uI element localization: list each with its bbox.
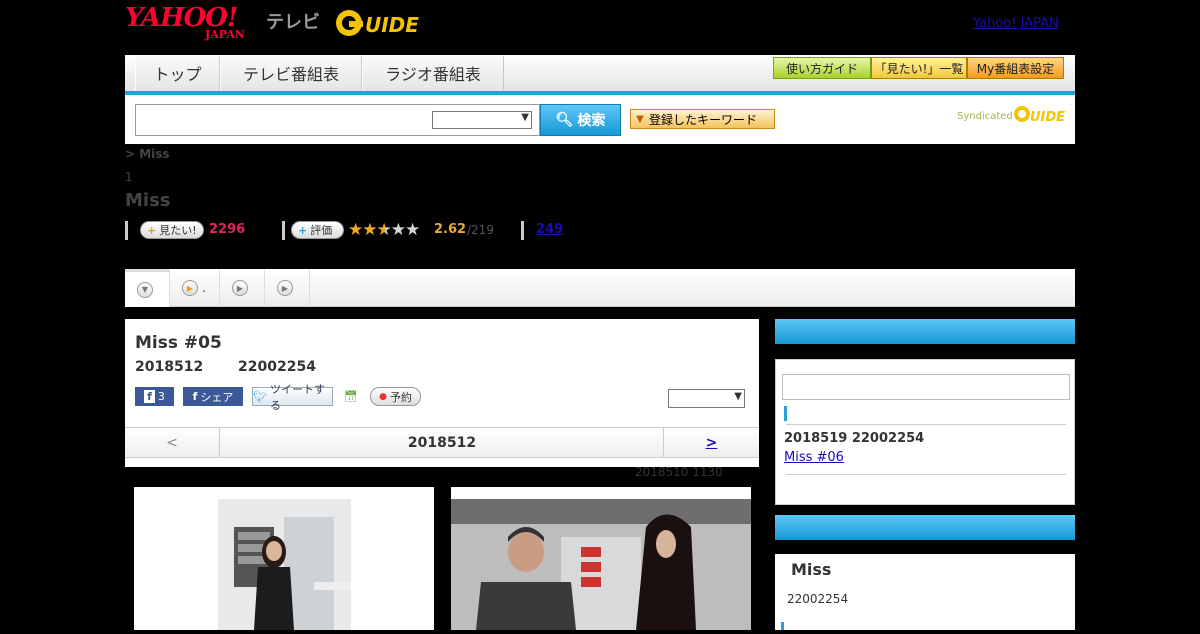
plus-icon: + bbox=[298, 223, 308, 237]
breadcrumb: > Miss bbox=[125, 147, 170, 161]
yahoo-japan-link[interactable]: Yahoo! JAPAN bbox=[973, 16, 1059, 31]
search-icon: 🔍︎ bbox=[555, 112, 574, 128]
sidebar-strip-2 bbox=[775, 540, 1075, 555]
episode-title: Miss #05 bbox=[135, 333, 222, 353]
program-title: Miss bbox=[125, 190, 171, 211]
add-calendar-icon[interactable]: 📅︎ bbox=[342, 387, 360, 406]
episode-date: 2018512 bbox=[135, 359, 204, 375]
saved-keywords-button[interactable]: ▼ 登録したキーワード bbox=[630, 109, 775, 129]
sidebar-strip-1 bbox=[775, 344, 1075, 359]
prev-episode-button[interactable]: < bbox=[125, 428, 220, 457]
play-icon: ▶ bbox=[232, 280, 248, 296]
facebook-share-label: シェア bbox=[200, 390, 234, 404]
section-marker bbox=[781, 622, 784, 630]
svg-text:UIDE: UIDE bbox=[1030, 110, 1065, 125]
program-tabstrip: ▼ ▶ . ▶ ▶ bbox=[125, 269, 1075, 307]
chevron-down-icon: ▼ bbox=[137, 281, 153, 298]
sidebar-input[interactable] bbox=[782, 374, 1070, 400]
hallway-scene-image bbox=[451, 499, 751, 630]
want-list-button[interactable]: 「見たい!」一覧 bbox=[871, 57, 967, 79]
next-episode-button[interactable]: > bbox=[663, 428, 759, 457]
tab-3[interactable]: ▶ bbox=[220, 269, 265, 307]
reserve-label: 予約 bbox=[389, 390, 412, 404]
rating-value: 2.62 bbox=[434, 222, 467, 237]
episode-nav: < 2018512 > bbox=[125, 427, 759, 458]
star-icon: ★ bbox=[390, 220, 406, 240]
next-episode-link[interactable]: Miss #06 bbox=[784, 450, 844, 465]
star-icon: ★ bbox=[362, 220, 377, 240]
sidebar-program-title: Miss bbox=[791, 560, 832, 579]
program-number: 1 bbox=[125, 170, 133, 184]
section-marker bbox=[784, 406, 787, 421]
tab-2[interactable]: ▶ . bbox=[170, 269, 220, 307]
divider bbox=[282, 221, 285, 240]
tweet-label: ツイートする bbox=[269, 382, 325, 412]
record-icon: ● bbox=[379, 391, 387, 402]
gguide-logo[interactable]: UIDE bbox=[335, 8, 430, 38]
reserve-button[interactable]: ● 予約 bbox=[370, 387, 421, 406]
plus-icon: + bbox=[147, 223, 157, 237]
episode-option-select[interactable]: ▼ bbox=[668, 389, 745, 408]
want-label: 見たい! bbox=[159, 224, 197, 237]
guide-button[interactable]: 使い方ガイド bbox=[773, 57, 871, 79]
tab-radio-listings[interactable]: ラジオ番組表 bbox=[362, 56, 504, 90]
star-rating-icon: ★★★★★ bbox=[348, 220, 420, 240]
chevron-down-icon: ▼ bbox=[734, 391, 742, 402]
facebook-like-button[interactable]: f 3 bbox=[135, 387, 174, 406]
office-scene-image bbox=[218, 499, 351, 630]
gguide-small-logo: UIDE bbox=[1014, 106, 1065, 125]
facebook-like-count: 3 bbox=[157, 390, 165, 403]
svg-text:UIDE: UIDE bbox=[365, 13, 419, 37]
divider bbox=[521, 221, 524, 240]
tweet-button[interactable]: 🐦︎ ツイートする bbox=[252, 383, 333, 412]
dropdown-arrow-icon: ▼ bbox=[636, 113, 644, 125]
current-episode-date: 2018512 bbox=[407, 434, 477, 451]
facebook-icon: f bbox=[144, 390, 155, 403]
sidebar-header-2 bbox=[775, 515, 1075, 540]
updated-timestamp: 2018510 1130 bbox=[635, 465, 723, 479]
rate-label: 評価 bbox=[310, 224, 333, 237]
tab-4[interactable]: ▶ bbox=[265, 269, 310, 307]
next-episode-datetime: 2018519 22002254 bbox=[784, 431, 925, 446]
syndicated-label: Syndicated bbox=[957, 111, 1013, 122]
rating-count: /219 bbox=[467, 223, 494, 237]
divider bbox=[786, 424, 1066, 425]
star-icon: ★ bbox=[405, 220, 420, 240]
divider bbox=[125, 221, 128, 240]
episode-card: Miss #05 2018512 22002254 f 3 f シェア 🐦︎ ツ… bbox=[125, 319, 759, 467]
play-icon: ▶ bbox=[182, 280, 198, 296]
want-button[interactable]: + 見たい! bbox=[140, 221, 204, 239]
tab-2-label: . bbox=[202, 281, 206, 295]
sidebar-program-time: 22002254 bbox=[787, 592, 849, 606]
global-nav: トップ テレビ番組表 ラジオ番組表 使い方ガイド 「見たい!」一覧 My番組表設… bbox=[125, 55, 1075, 95]
sidebar-box-next-episode: 2018519 22002254 Miss #06 bbox=[775, 359, 1075, 505]
review-count-link[interactable]: 249 bbox=[536, 222, 563, 237]
yahoo-japan-logo-text: JAPAN bbox=[205, 28, 245, 41]
tv-logo-text: テレビ bbox=[266, 12, 320, 33]
search-button[interactable]: 🔍︎ 検索 bbox=[540, 104, 621, 136]
facebook-icon: f bbox=[192, 390, 198, 403]
tab-tv-listings[interactable]: テレビ番組表 bbox=[220, 56, 362, 90]
twitter-bird-icon: 🐦︎ bbox=[253, 390, 267, 403]
rate-button[interactable]: + 評価 bbox=[291, 221, 344, 239]
star-icon: ★ bbox=[376, 220, 392, 240]
saved-keywords-label: 登録したキーワード bbox=[649, 112, 758, 127]
play-icon: ▶ bbox=[277, 280, 293, 296]
search-bar: ▼ 🔍︎ 検索 ▼ 登録したキーワード Syndicated UIDE bbox=[125, 95, 1075, 144]
sidebar-box-program: Miss 22002254 bbox=[775, 554, 1075, 630]
episode-photo-1[interactable] bbox=[134, 487, 434, 630]
search-button-label: 検索 bbox=[577, 113, 606, 129]
sidebar-header-1 bbox=[775, 319, 1075, 344]
divider bbox=[786, 474, 1066, 475]
facebook-share-button[interactable]: f シェア bbox=[183, 387, 243, 406]
my-listings-settings-button[interactable]: My番組表設定 bbox=[967, 57, 1064, 79]
star-icon: ★ bbox=[348, 220, 363, 240]
episode-time: 22002254 bbox=[238, 359, 316, 375]
episode-photo-2[interactable] bbox=[451, 487, 751, 630]
chevron-down-icon: ▼ bbox=[521, 112, 529, 123]
search-category-select[interactable]: ▼ bbox=[432, 111, 532, 129]
tab-top[interactable]: トップ bbox=[135, 56, 220, 90]
tab-episode-info[interactable]: ▼ bbox=[125, 269, 170, 307]
want-count: 2296 bbox=[209, 222, 246, 237]
